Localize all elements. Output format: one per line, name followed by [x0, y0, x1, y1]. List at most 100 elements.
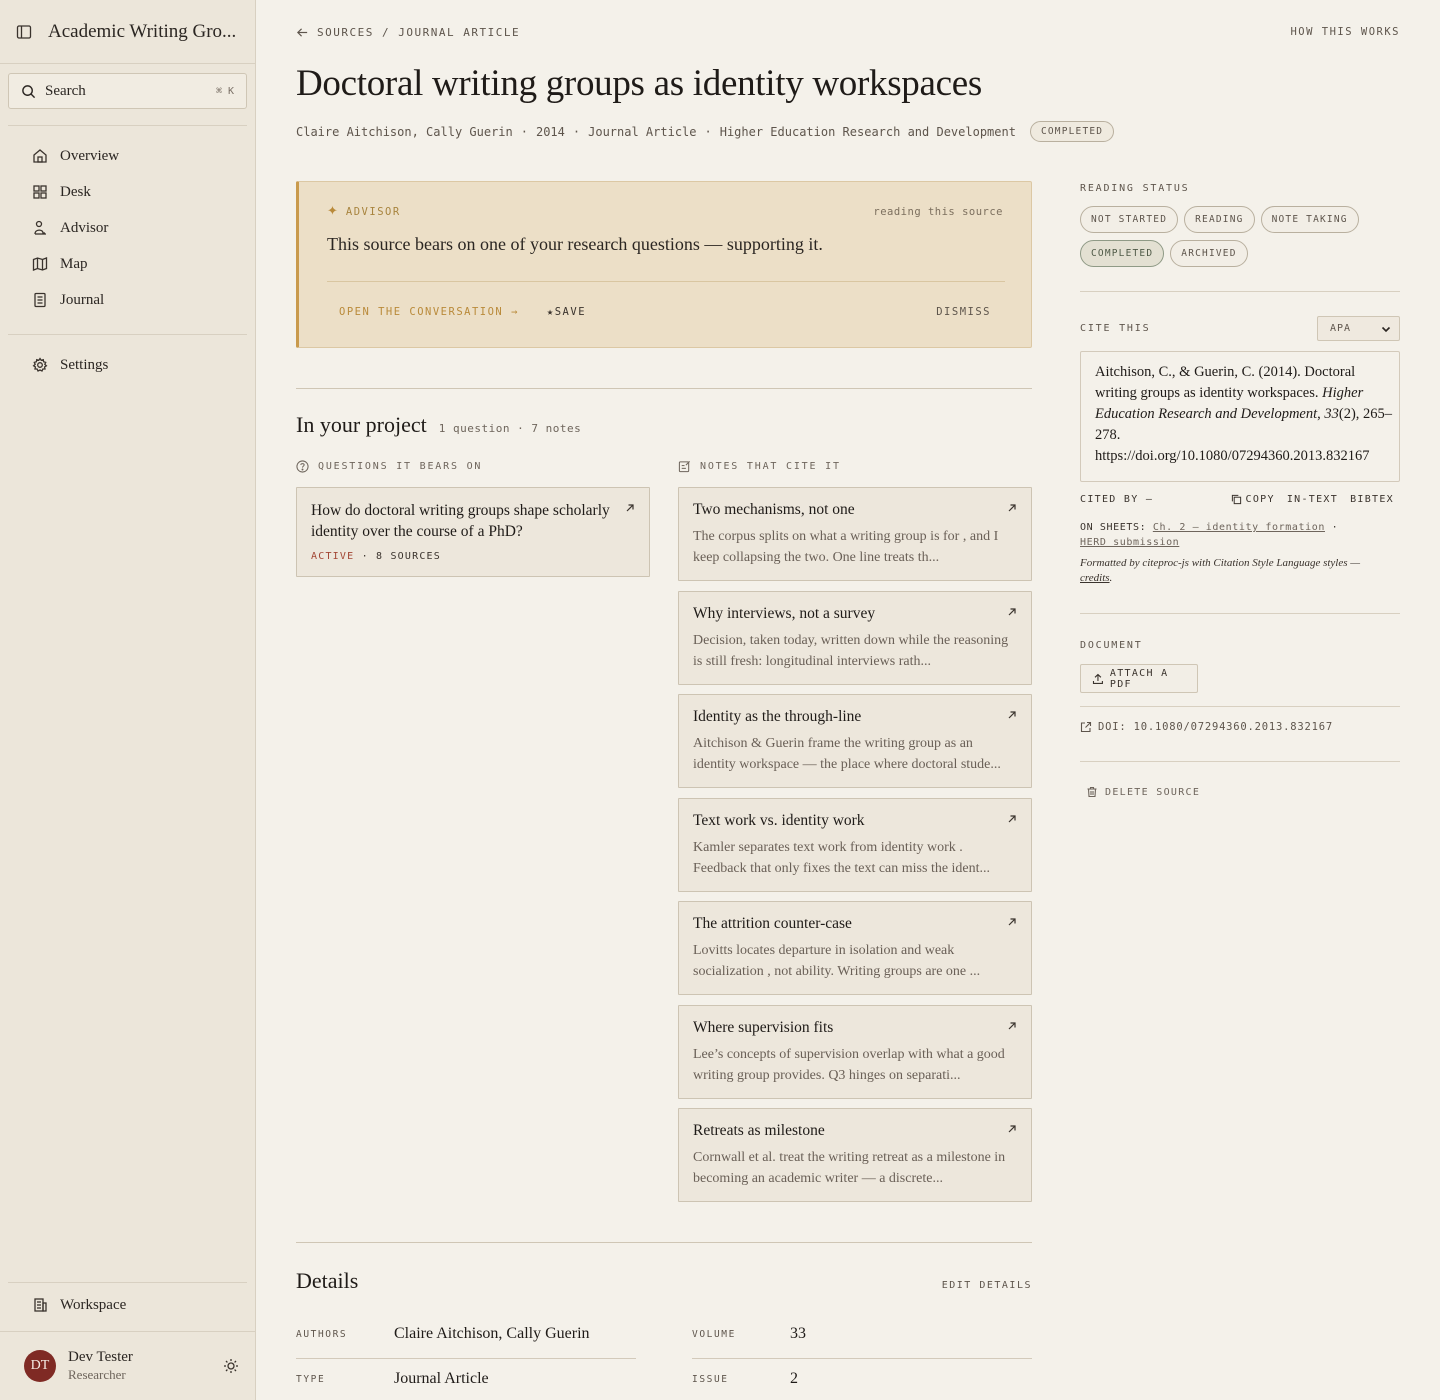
detail-divider [692, 1358, 1032, 1359]
in-text-button[interactable]: IN-TEXT [1287, 494, 1338, 505]
status-completed[interactable]: COMPLETED [1080, 240, 1165, 267]
detail-key: AUTHORS [296, 1328, 348, 1340]
on-sheets: ON SHEETS: Ch. 2 — identity formation · … [1080, 520, 1400, 550]
attach-pdf-label: ATTACH A PDF [1109, 667, 1169, 690]
breadcrumb[interactable]: SOURCES / JOURNAL ARTICLE [296, 26, 520, 39]
project-summary: 1 question · 7 notes [438, 422, 582, 435]
arrow-up-right-icon [1008, 1125, 1016, 1133]
advisor-icon [34, 220, 46, 235]
note-title: The attrition counter-case [693, 915, 852, 932]
note-card[interactable]: Where supervision fits Lee’s concepts of… [678, 1005, 1032, 1099]
nav-item-map[interactable]: Map [8, 246, 247, 282]
nav-item-desk[interactable]: Desk [8, 174, 247, 210]
project-heading: In your project [296, 412, 427, 437]
citation-tools: CITED BY — COPY IN-TEXT BIBTEX [1080, 494, 1394, 505]
rail-divider [1080, 706, 1400, 707]
user-profile[interactable]: DT Dev Tester Researcher [0, 1331, 255, 1400]
nav-label: Map [60, 255, 88, 272]
notes-label: NOTES THAT CITE IT [678, 460, 841, 473]
breadcrumb-text[interactable]: SOURCES / JOURNAL ARTICLE [317, 26, 520, 39]
details-header: Details EDIT DETAILS [296, 1268, 1032, 1294]
detail-value: Journal Article [394, 1370, 489, 1387]
note-title: Text work vs. identity work [693, 812, 865, 829]
theme-toggle-sun-icon[interactable] [223, 1358, 239, 1374]
advisor-label: ADVISOR [345, 205, 401, 218]
detail-divider [296, 1358, 636, 1359]
citation-main: Aitchison, C., & Guerin, C. (2014). Doct… [1095, 364, 1356, 401]
nav-item-overview[interactable]: Overview [8, 138, 247, 174]
search-icon [22, 84, 36, 98]
nav-item-workspace[interactable]: Workspace [8, 1287, 247, 1323]
doi-text: DOI: 10.1080/07294360.2013.832167 [1098, 721, 1334, 733]
project-header: In your project 1 question · 7 notes [296, 412, 581, 438]
nav-item-advisor[interactable]: Advisor [8, 210, 247, 246]
nav-item-settings[interactable]: Settings [8, 347, 247, 383]
nav-label: Workspace [60, 1296, 127, 1313]
upload-icon [1092, 673, 1103, 684]
sidebar-divider [8, 334, 247, 335]
sheet-link[interactable]: HERD submission [1080, 537, 1179, 548]
status-reading[interactable]: READING [1184, 206, 1255, 233]
source-meta: Claire Aitchison, Cally Guerin · 2014 · … [296, 121, 1115, 142]
note-card[interactable]: Retreats as milestone Cornwall et al. tr… [678, 1108, 1032, 1202]
note-excerpt: Decision, taken today, written down whil… [693, 633, 1009, 669]
question-sources-count: · 8 SOURCES [361, 551, 441, 562]
question-circle-icon [296, 460, 309, 473]
search-shortcut: ⌘ K [215, 85, 234, 97]
nav-item-journal[interactable]: Journal [8, 282, 247, 318]
meta-type: Journal Article [588, 124, 697, 139]
nav-label: Journal [60, 291, 105, 308]
workspace-title[interactable]: Academic Writing Gro... [48, 21, 236, 43]
detail-value: 33 [790, 1325, 806, 1342]
question-card[interactable]: How do doctoral writing groups shape sch… [296, 487, 650, 577]
arrow-up-right-icon [1008, 608, 1016, 616]
open-conversation-button[interactable]: OPEN THE CONVERSATION → [339, 306, 519, 318]
meta-separator: · [704, 124, 712, 139]
formatter-credit: Formatted by citeproc-js with Citation S… [1080, 556, 1390, 586]
note-card[interactable]: Text work vs. identity work Kamler separ… [678, 798, 1032, 892]
citation-volume: 33 [1324, 406, 1339, 422]
note-card[interactable]: The attrition counter-case Lovitts locat… [678, 901, 1032, 995]
doi-link[interactable]: DOI: 10.1080/07294360.2013.832167 [1080, 721, 1333, 733]
status-archived[interactable]: ARCHIVED [1170, 240, 1248, 267]
sidebar-workspace-nav: Workspace [8, 1287, 247, 1323]
arrow-left-icon[interactable] [296, 26, 309, 39]
note-card[interactable]: Why interviews, not a survey Decision, t… [678, 591, 1032, 685]
sheet-separator: · [1324, 522, 1339, 533]
arrow-up-right-icon [1008, 815, 1016, 823]
save-button[interactable]: ★SAVE [547, 306, 586, 318]
citation-style-select[interactable]: APA [1317, 316, 1400, 341]
note-excerpt: Lovitts locates departure in isolation a… [693, 943, 981, 979]
bibtex-button[interactable]: BIBTEX [1350, 494, 1394, 505]
search-button[interactable]: Search ⌘ K [8, 73, 247, 109]
advisor-message: This source bears on one of your researc… [327, 234, 823, 254]
detail-value: 2 [790, 1370, 798, 1387]
questions-label-text: QUESTIONS IT BEARS ON [318, 461, 483, 472]
reading-status-row: COMPLETED ARCHIVED [1080, 240, 1254, 267]
edit-details-button[interactable]: EDIT DETAILS [942, 1280, 1032, 1291]
sidebar-toggle-icon[interactable] [16, 24, 32, 40]
grid-icon [33, 185, 47, 199]
status-note-taking[interactable]: NOTE TAKING [1260, 206, 1359, 233]
arrow-up-right-icon [1008, 504, 1016, 512]
credits-link[interactable]: credits [1080, 572, 1110, 584]
delete-source-button[interactable]: DELETE SOURCE [1086, 786, 1200, 798]
note-card[interactable]: Identity as the through-line Aitchison &… [678, 694, 1032, 788]
details-heading: Details [296, 1268, 359, 1293]
status-badge: COMPLETED [1029, 121, 1115, 142]
note-title: Two mechanisms, not one [693, 501, 855, 518]
meta-year: 2014 [535, 124, 565, 139]
copy-button[interactable]: COPY [1231, 494, 1275, 505]
note-card[interactable]: Two mechanisms, not one The corpus split… [678, 487, 1032, 581]
how-this-works-link[interactable]: HOW THIS WORKS [1290, 26, 1400, 38]
journal-icon [34, 292, 46, 308]
attach-pdf-button[interactable]: ATTACH A PDF [1080, 664, 1198, 693]
arrow-up-right-icon [1008, 1022, 1016, 1030]
dismiss-button[interactable]: DISMISS [936, 306, 991, 318]
copy-label: COPY [1245, 494, 1275, 505]
note-excerpt: Kamler separates text work from identity… [693, 840, 991, 876]
meta-authors: Claire Aitchison, Cally Guerin [296, 124, 513, 139]
meta-venue: Higher Education Research and Developmen… [719, 124, 1016, 139]
status-not-started[interactable]: NOT STARTED [1080, 206, 1179, 233]
sheet-link[interactable]: Ch. 2 — identity formation [1153, 522, 1325, 533]
